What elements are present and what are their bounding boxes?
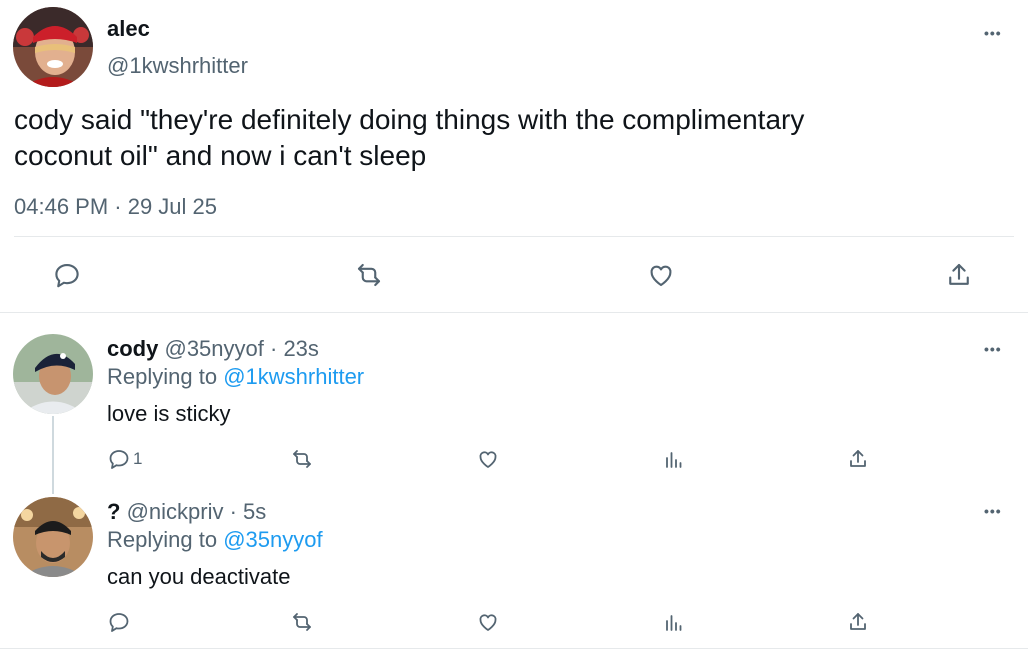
- reply-text: love is sticky: [107, 401, 231, 426]
- share-icon[interactable]: [944, 260, 974, 290]
- retweet-icon[interactable]: [354, 260, 384, 290]
- avatar[interactable]: [13, 7, 93, 87]
- share-icon[interactable]: [846, 447, 870, 471]
- display-name[interactable]: cody: [107, 336, 158, 361]
- reply-count: 1: [133, 449, 143, 468]
- tweet-text: cody said "they're definitely doing thin…: [14, 102, 804, 174]
- replying-to-label: Replying to: [107, 364, 218, 389]
- reply-button[interactable]: 1: [107, 447, 142, 471]
- reply-header: cody @35nyyof · 23s: [107, 336, 319, 362]
- reply-text: can you deactivate: [107, 564, 291, 589]
- timestamp[interactable]: 04:46 PM · 29 Jul 25: [14, 194, 217, 220]
- like-icon[interactable]: [646, 260, 676, 290]
- divider: [0, 648, 1028, 649]
- handle[interactable]: @1kwshrhitter: [107, 53, 248, 79]
- reply-icon[interactable]: [107, 610, 131, 634]
- reply-icon[interactable]: [107, 447, 131, 471]
- replying-to: Replying to @1kwshrhitter: [107, 364, 364, 390]
- share-icon[interactable]: [846, 610, 870, 634]
- avatar[interactable]: [13, 334, 93, 414]
- more-icon[interactable]: •••: [984, 504, 1002, 518]
- replying-to-label: Replying to: [107, 527, 218, 552]
- divider: [0, 312, 1028, 313]
- avatar[interactable]: [13, 497, 93, 577]
- timestamp[interactable]: · 5s: [230, 499, 267, 524]
- retweet-icon[interactable]: [290, 447, 314, 471]
- more-icon[interactable]: •••: [984, 26, 1002, 40]
- reply-header: ? @nickpriv · 5s: [107, 499, 266, 525]
- more-icon[interactable]: •••: [984, 342, 1002, 356]
- like-icon[interactable]: [476, 610, 500, 634]
- handle[interactable]: @nickpriv: [127, 499, 224, 524]
- reply-icon[interactable]: [52, 260, 82, 290]
- timestamp[interactable]: · 23s: [270, 336, 319, 361]
- display-name[interactable]: ?: [107, 499, 120, 524]
- divider: [14, 236, 1014, 237]
- replying-to-link[interactable]: @35nyyof: [223, 527, 322, 552]
- thread-line: [52, 416, 54, 494]
- replying-to: Replying to @35nyyof: [107, 527, 323, 553]
- replying-to-link[interactable]: @1kwshrhitter: [223, 364, 364, 389]
- like-icon[interactable]: [476, 447, 500, 471]
- display-name[interactable]: alec: [107, 16, 150, 42]
- handle[interactable]: @35nyyof: [164, 336, 263, 361]
- tweet-text-line: coconut oil" and now i can't sleep: [14, 140, 427, 171]
- views-icon[interactable]: [662, 447, 686, 471]
- views-icon[interactable]: [662, 610, 686, 634]
- retweet-icon[interactable]: [290, 610, 314, 634]
- tweet-text-line: cody said "they're definitely doing thin…: [14, 104, 805, 135]
